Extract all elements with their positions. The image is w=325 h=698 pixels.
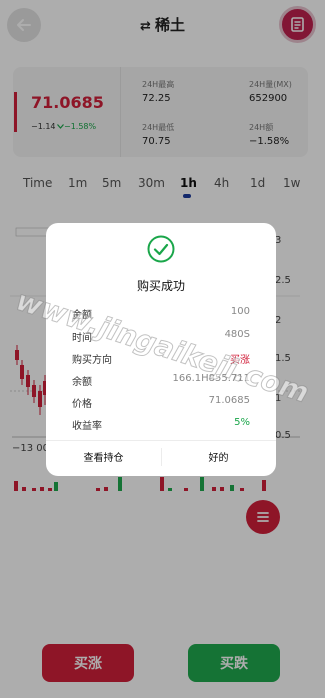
balance-value: 166.1H855.711 <box>172 373 251 384</box>
purchase-success-dialog: 购买成功 金额 100 时间 480S 购买方向 买涨 余额 166.1H855… <box>46 223 276 476</box>
amount-value: 100 <box>230 306 250 317</box>
time-label: 时间 <box>72 333 92 344</box>
ok-button[interactable]: 好的 <box>161 441 276 476</box>
dialog-title: 购买成功 <box>136 279 185 293</box>
direction-value: 买涨 <box>230 355 250 366</box>
direction-label: 购买方向 <box>72 355 112 366</box>
price-label: 价格 <box>72 399 92 410</box>
amount-label: 金额 <box>72 310 92 321</box>
success-check-icon <box>147 235 175 263</box>
view-positions-button[interactable]: 查看持仓 <box>46 441 161 476</box>
yield-label: 收益率 <box>72 421 102 432</box>
balance-label: 余额 <box>72 377 92 388</box>
time-value: 480S <box>224 329 250 340</box>
price-value: 71.0685 <box>208 395 250 406</box>
yield-value: 5% <box>234 417 250 428</box>
